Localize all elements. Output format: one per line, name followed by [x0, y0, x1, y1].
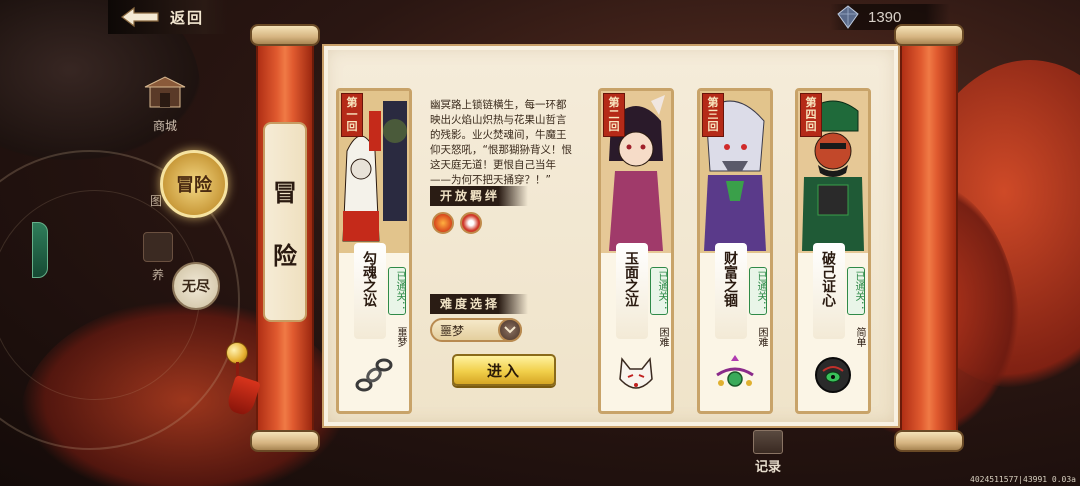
chapter-number: 第三回 — [702, 93, 724, 137]
book-icon — [143, 232, 173, 262]
chevron-down-icon — [498, 318, 522, 342]
cleared-difficulty: 噩梦 — [395, 327, 406, 347]
roller-cap — [250, 430, 320, 452]
enter-label: 进入 — [486, 361, 521, 380]
cleared-badge: 已通关： — [847, 267, 865, 315]
open-affix-header: 开放羁绊 — [430, 186, 528, 206]
adventure-label: 冒险 — [176, 175, 212, 196]
back-button[interactable]: 返回 — [108, 0, 228, 34]
chapter-card-4[interactable]: 第四回 破己证心 已通关： 简单 — [795, 88, 871, 414]
record-icon — [753, 430, 783, 454]
chapter-number: 第四回 — [800, 93, 822, 137]
roller-cap — [250, 24, 320, 46]
record-button[interactable]: 记录 — [748, 430, 788, 475]
side-drawer-tab[interactable] — [32, 222, 48, 278]
fox-mask-icon — [614, 353, 658, 397]
nav-raise[interactable]: 养 — [140, 232, 176, 288]
chapter-name: 玉面之泣 — [623, 251, 639, 307]
roller-cap — [894, 24, 964, 46]
cleared-badge: 已通关： — [650, 267, 668, 315]
enter-button[interactable]: 进入 — [452, 354, 556, 386]
chapter-name: 财富之锢 — [722, 251, 738, 307]
swirl-affix-icon[interactable] — [460, 212, 482, 234]
chapter-card-1[interactable]: 第一回 勾魂之讼 已通关： 噩梦 — [336, 88, 412, 414]
cleared-difficulty: 困难 — [756, 327, 767, 347]
cleared-difficulty: 困难 — [657, 327, 668, 347]
scroll-title-char: 冒 — [273, 178, 297, 207]
fire-affix-icon[interactable] — [432, 212, 454, 234]
nav-shop[interactable]: 商城 — [140, 75, 190, 135]
endless-label: 无尽 — [182, 279, 210, 295]
currency-value: 1390 — [868, 8, 902, 26]
chapter-name: 破己证心 — [820, 251, 836, 307]
back-arrow-icon — [120, 6, 160, 28]
difficulty-value: 噩梦 — [440, 323, 465, 338]
back-label: 返回 — [170, 8, 205, 27]
difficulty-header: 难度选择 — [430, 294, 528, 314]
roller-cap — [894, 430, 964, 452]
dark-orb-icon — [811, 353, 855, 397]
record-label: 记录 — [754, 460, 781, 475]
chapter-description: 幽冥路上锁链横生，每一环都映出火焰山炽热与花果山哲言的残影。业火焚魂间，牛魔王仰… — [430, 99, 572, 186]
chapter-number: 第二回 — [603, 93, 625, 137]
tassel-bead-icon — [226, 342, 248, 364]
debug-text: 4024511577|43991 0.03a — [970, 475, 1076, 484]
scroll-title-char: 险 — [273, 241, 297, 270]
nav-adventure[interactable]: 冒险 — [160, 150, 228, 218]
difficulty-select[interactable]: 噩梦 — [430, 318, 522, 342]
shop-icon — [144, 76, 186, 108]
scroll-title: 冒 险 — [263, 122, 307, 322]
jade-pendant-icon — [713, 353, 757, 397]
cleared-badge: 已通关： — [749, 267, 767, 315]
gem-icon — [837, 5, 859, 29]
chapter-name: 勾魂之讼 — [361, 251, 377, 307]
nav-side-label: 图 — [150, 194, 163, 208]
chapter-card-2[interactable]: 第二回 玉面之泣 已通关： 困难 — [598, 88, 674, 414]
raise-label: 养 — [151, 268, 164, 282]
chapter-card-3[interactable]: 第三回 财富之锢 已通关： 困难 — [697, 88, 773, 414]
chapter-number: 第一回 — [341, 93, 363, 137]
cleared-badge: 已通关： — [388, 267, 406, 315]
scroll-roller-right — [900, 26, 958, 450]
nav-endless[interactable]: 无尽 — [172, 262, 220, 310]
shop-label: 商城 — [152, 119, 177, 133]
chain-icon — [352, 353, 396, 397]
cleared-difficulty: 简单 — [854, 327, 865, 347]
